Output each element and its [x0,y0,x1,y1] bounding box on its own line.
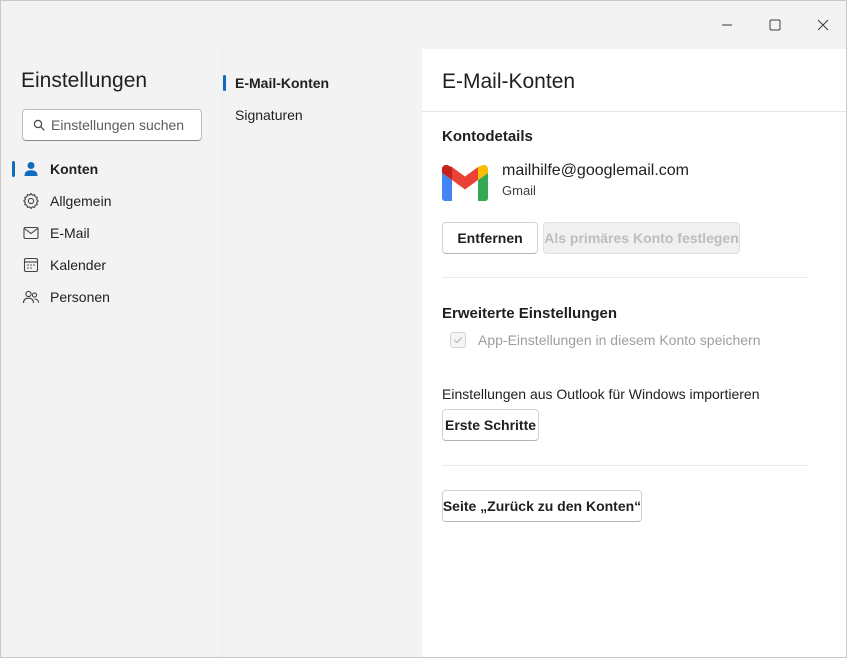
sidebar-item-konten[interactable]: Konten [1,153,222,185]
account-section-title: Kontodetails [442,128,533,145]
sidebar-title: Einstellungen [21,69,148,92]
remove-account-button[interactable]: Entfernen [442,222,538,254]
back-to-accounts-button[interactable]: Seite „Zurück zu den Konten“ [442,490,642,522]
set-primary-button[interactable]: Als primäres Konto festlegen [543,222,740,254]
import-label: Einstellungen aus Outlook für Windows im… [442,386,760,402]
calendar-icon [22,256,40,274]
gmail-logo-icon [442,164,488,201]
content-pane: E-Mail-Konten Kontodetails mailhilfe@goo… [422,49,846,657]
content-header: E-Mail-Konten [422,49,846,112]
subnav: E-Mail-Konten Signaturen [222,49,422,657]
subnav-list: E-Mail-Konten Signaturen [223,67,423,131]
sidebar-item-email[interactable]: E-Mail [1,217,222,249]
minimize-icon [721,18,733,36]
advanced-section-title: Erweiterte Einstellungen [442,305,618,322]
people-icon [22,288,40,306]
sidebar-item-personen[interactable]: Personen [1,281,222,313]
page-title: E-Mail-Konten [442,70,576,93]
person-icon [22,160,40,178]
sidebar: Einstellungen Konten Allgemein [1,49,222,657]
title-bar[interactable] [1,1,846,49]
subnav-item-label: Signaturen [235,107,303,123]
active-indicator [12,161,15,177]
active-indicator [223,75,226,91]
close-button[interactable] [803,7,843,47]
subnav-item-label: E-Mail-Konten [235,75,330,91]
save-app-settings-checkbox[interactable] [450,332,466,348]
search-input[interactable] [51,117,201,133]
sidebar-item-allgemein[interactable]: Allgemein [1,185,222,217]
gear-icon [22,192,40,210]
divider [442,277,808,278]
sidebar-item-label: Allgemein [50,193,112,209]
account-row: mailhilfe@googlemail.com Gmail [442,162,822,203]
maximize-button[interactable] [755,7,795,47]
sidebar-item-kalender[interactable]: Kalender [1,249,222,281]
get-started-button[interactable]: Erste Schritte [442,409,539,441]
settings-window: Einstellungen Konten Allgemein [0,0,847,658]
sidebar-item-label: E-Mail [50,225,90,241]
maximize-icon [769,18,781,36]
sidebar-item-label: Personen [50,289,110,305]
search-icon [32,118,45,132]
account-email: mailhilfe@googlemail.com [502,162,689,179]
save-app-settings-label: App-Einstellungen in diesem Konto speich… [478,332,761,348]
sidebar-item-label: Konten [50,161,99,177]
subnav-item-signaturen[interactable]: Signaturen [223,99,423,131]
subnav-item-email-konten[interactable]: E-Mail-Konten [223,67,423,99]
mail-icon [22,224,40,242]
search-box[interactable] [22,109,202,141]
save-app-settings-row: App-Einstellungen in diesem Konto speich… [450,329,761,351]
minimize-button[interactable] [707,7,747,47]
divider [442,465,808,466]
close-icon [817,18,829,36]
sidebar-nav: Konten Allgemein E-Mail Kalender Persone… [1,153,222,313]
account-type: Gmail [502,183,536,198]
sidebar-item-label: Kalender [50,257,107,273]
